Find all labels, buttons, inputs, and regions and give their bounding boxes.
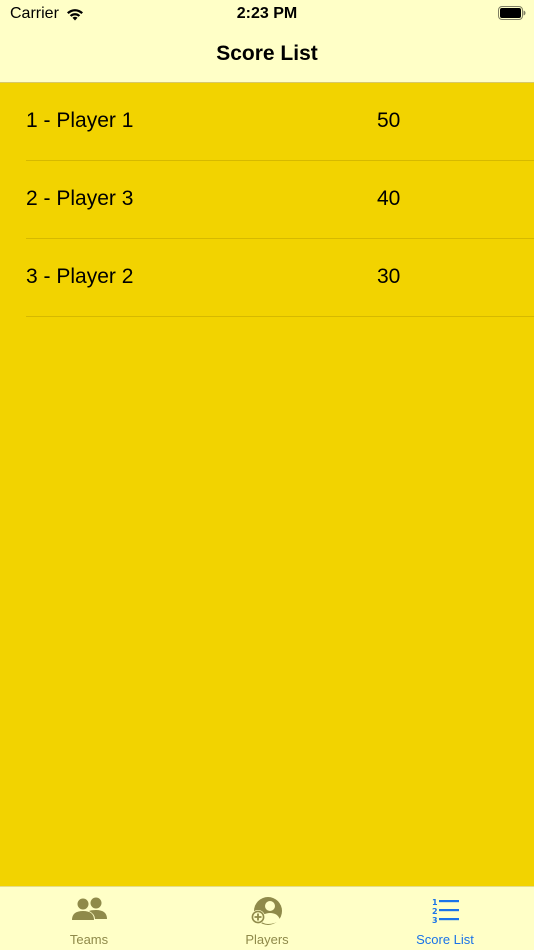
tab-score-list[interactable]: 1 2 3 Score List	[356, 887, 534, 950]
svg-text:3: 3	[432, 916, 438, 925]
svg-text:1: 1	[432, 898, 438, 907]
teams-icon	[72, 897, 107, 920]
list-item[interactable]: 2 - Player 3 40	[26, 161, 534, 239]
player-score: 30	[377, 265, 401, 288]
player-rank-name: 3 - Player 2	[26, 265, 134, 288]
player-score: 40	[377, 187, 401, 210]
tab-label: Players	[245, 932, 289, 947]
status-bar: Carrier 2:23 PM	[0, 0, 534, 30]
tab-teams[interactable]: Teams	[0, 887, 178, 950]
score-list-screen: Carrier 2:23 PM Score List 1 - Player 1 …	[0, 0, 534, 950]
player-rank-name: 1 - Player 1	[26, 109, 134, 132]
player-rank-name: 2 - Player 3	[26, 187, 134, 210]
svg-text:2: 2	[432, 907, 438, 916]
tab-label: Teams	[69, 932, 109, 947]
header: Carrier 2:23 PM Score List	[0, 0, 534, 83]
tab-label: Score List	[416, 932, 474, 947]
player-score: 50	[377, 109, 401, 132]
battery-icon	[498, 6, 526, 20]
list-item[interactable]: 3 - Player 2 30	[26, 239, 534, 317]
tab-players[interactable]: Players	[178, 887, 356, 950]
page-title: Score List	[216, 42, 318, 65]
add-player-icon	[251, 897, 282, 925]
numbered-list-icon: 1 2 3	[432, 898, 459, 925]
status-time: 2:23 PM	[236, 5, 298, 22]
score-list: 1 - Player 1 50 2 - Player 3 40 3 - Play…	[0, 83, 534, 317]
list-item[interactable]: 1 - Player 1 50	[26, 83, 534, 161]
tab-bar: Teams Players 1 2 3 Score List	[0, 886, 534, 950]
